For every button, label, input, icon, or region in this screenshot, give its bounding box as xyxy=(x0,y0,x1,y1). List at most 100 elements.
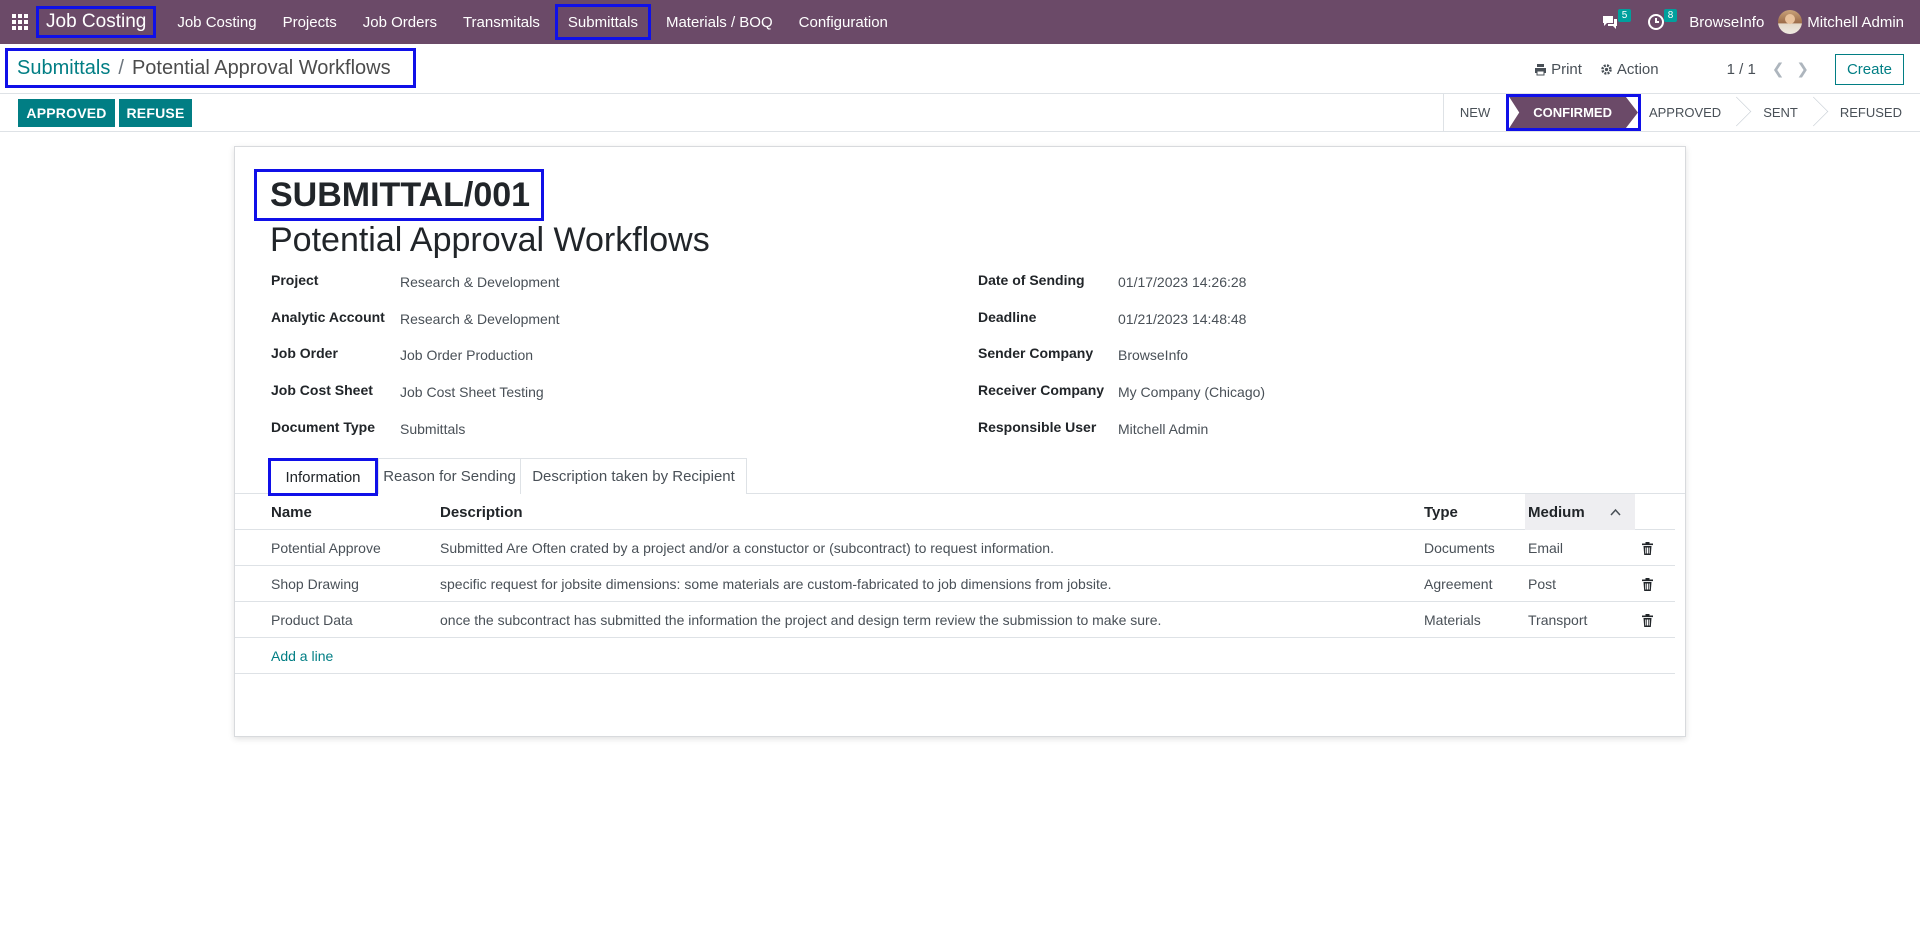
stage-refused[interactable]: REFUSED xyxy=(1820,94,1920,131)
field-label: Document Type xyxy=(271,419,375,435)
stage-new[interactable]: NEW xyxy=(1444,94,1504,131)
stage-sent[interactable]: SENT xyxy=(1743,94,1820,131)
app-brand[interactable]: Job Costing xyxy=(36,6,157,38)
record-reference: SUBMITTAL/001 xyxy=(254,169,544,221)
field-value[interactable]: Research & Development xyxy=(400,311,560,327)
form-status-bar: APPROVED REFUSE NEW CONFIRMED APPROVED S… xyxy=(0,94,1920,132)
field-label: Receiver Company xyxy=(978,382,1105,398)
menu-job-costing[interactable]: Job Costing xyxy=(164,0,269,44)
trash-icon[interactable] xyxy=(1642,566,1653,602)
row-medium[interactable]: Transport xyxy=(1528,602,1587,638)
menu-submittals[interactable]: Submittals xyxy=(554,4,651,40)
table-row[interactable]: Potential Approve Submitted Are Often cr… xyxy=(235,530,1675,566)
field-deadline: Deadline 01/21/2023 14:48:48 xyxy=(978,309,1246,327)
field-project: Project Research & Development xyxy=(271,272,560,290)
menu-materials-boq[interactable]: Materials / BOQ xyxy=(653,0,786,44)
field-value[interactable]: Job Order Production xyxy=(400,347,533,363)
field-value[interactable]: 01/21/2023 14:48:48 xyxy=(1118,311,1246,327)
notebook-tabs: Information Reason for Sending Descripti… xyxy=(235,458,1685,496)
field-sender-company: Sender Company BrowseInfo xyxy=(978,345,1188,363)
user-name: Mitchell Admin xyxy=(1807,13,1904,31)
stage-statusbar: NEW CONFIRMED APPROVED SENT REFUSED xyxy=(1442,94,1920,131)
row-description[interactable]: once the subcontract has submitted the i… xyxy=(440,602,1161,638)
row-type[interactable]: Materials xyxy=(1424,602,1481,638)
column-header-description[interactable]: Description xyxy=(440,494,523,530)
print-button[interactable]: Print xyxy=(1534,61,1582,78)
column-header-type[interactable]: Type xyxy=(1424,494,1458,530)
pager-value[interactable]: 1 / 1 xyxy=(1727,61,1756,78)
field-label: Analytic Account xyxy=(271,309,385,325)
tab-information[interactable]: Information xyxy=(268,458,378,496)
field-value[interactable]: Mitchell Admin xyxy=(1118,421,1208,437)
pager-next-icon[interactable]: ❯ xyxy=(1796,60,1809,78)
field-label: Job Cost Sheet xyxy=(271,382,373,398)
row-description[interactable]: specific request for jobsite dimensions:… xyxy=(440,566,1112,602)
messages-button[interactable]: 5 xyxy=(1587,0,1633,44)
table-header: Name Description Type Medium xyxy=(235,494,1675,530)
row-name[interactable]: Shop Drawing xyxy=(271,566,359,602)
menu-job-orders[interactable]: Job Orders xyxy=(350,0,450,44)
row-type[interactable]: Documents xyxy=(1424,530,1495,566)
tab-description-taken-by-recipient[interactable]: Description taken by Recipient xyxy=(520,458,747,494)
column-header-name[interactable]: Name xyxy=(271,494,312,530)
gear-icon xyxy=(1601,63,1612,75)
action-label: Action xyxy=(1616,60,1659,78)
breadcrumb-submittals-link[interactable]: Submittals xyxy=(17,57,110,80)
activities-button[interactable]: 8 xyxy=(1633,0,1679,44)
row-description[interactable]: Submitted Are Often crated by a project … xyxy=(440,530,1054,566)
tab-reason-for-sending[interactable]: Reason for Sending xyxy=(378,458,521,494)
chat-icon xyxy=(1603,16,1618,29)
field-value[interactable]: Job Cost Sheet Testing xyxy=(400,384,544,400)
activities-badge: 8 xyxy=(1663,9,1678,22)
avatar xyxy=(1778,10,1803,34)
field-value[interactable]: My Company (Chicago) xyxy=(1118,384,1265,400)
action-button[interactable]: Action xyxy=(1600,61,1659,78)
field-value[interactable]: Submittals xyxy=(400,421,465,437)
field-label: Sender Company xyxy=(978,345,1094,361)
table-row[interactable]: Shop Drawing specific request for jobsit… xyxy=(235,566,1675,602)
field-value[interactable]: BrowseInfo xyxy=(1118,347,1188,363)
control-panel: Submittals / Potential Approval Workflow… xyxy=(0,44,1920,94)
row-name[interactable]: Potential Approve xyxy=(271,530,381,566)
stage-approved[interactable]: APPROVED xyxy=(1643,94,1743,131)
column-header-medium[interactable]: Medium xyxy=(1525,494,1635,530)
field-label: Deadline xyxy=(978,309,1037,325)
row-medium[interactable]: Email xyxy=(1528,530,1563,566)
print-icon xyxy=(1535,63,1547,75)
sort-ascending-icon xyxy=(1610,508,1621,516)
row-name[interactable]: Product Data xyxy=(271,602,353,638)
company-switcher[interactable]: BrowseInfo xyxy=(1679,14,1778,31)
clock-icon xyxy=(1648,14,1665,30)
pager-previous-icon[interactable]: ❮ xyxy=(1772,60,1785,78)
field-value[interactable]: Research & Development xyxy=(400,274,560,290)
field-receiver-company: Receiver Company My Company (Chicago) xyxy=(978,382,1265,400)
menu-transmitals[interactable]: Transmitals xyxy=(450,0,553,44)
record-title[interactable]: Potential Approval Workflows xyxy=(270,221,710,260)
trash-icon[interactable] xyxy=(1642,602,1653,638)
user-menu[interactable]: Mitchell Admin xyxy=(1778,10,1920,34)
information-table: Name Description Type Medium Potential A… xyxy=(235,494,1675,674)
trash-icon[interactable] xyxy=(1642,530,1653,566)
field-value[interactable]: 01/17/2023 14:26:28 xyxy=(1118,274,1246,290)
row-medium[interactable]: Post xyxy=(1528,566,1556,602)
field-job-cost-sheet: Job Cost Sheet Job Cost Sheet Testing xyxy=(271,382,544,400)
approved-button[interactable]: APPROVED xyxy=(18,99,115,127)
menu-projects[interactable]: Projects xyxy=(270,0,350,44)
add-line-row: Add a line xyxy=(235,638,1675,674)
field-label: Job Order xyxy=(271,345,338,361)
add-a-line-link[interactable]: Add a line xyxy=(271,638,333,674)
refuse-button[interactable]: REFUSE xyxy=(119,99,192,127)
create-button[interactable]: Create xyxy=(1834,53,1904,85)
breadcrumb-current: Potential Approval Workflows xyxy=(131,56,391,79)
breadcrumb: Submittals / Potential Approval Workflow… xyxy=(5,48,416,88)
field-label: Responsible User xyxy=(978,419,1097,435)
field-analytic-account: Analytic Account Research & Development xyxy=(271,309,560,327)
apps-menu-icon[interactable] xyxy=(0,0,40,44)
field-label: Project xyxy=(271,272,319,288)
stage-confirmed[interactable]: CONFIRMED xyxy=(1509,97,1638,128)
row-type[interactable]: Agreement xyxy=(1424,566,1492,602)
field-job-order: Job Order Job Order Production xyxy=(271,345,533,363)
menu-configuration[interactable]: Configuration xyxy=(786,0,901,44)
table-row[interactable]: Product Data once the subcontract has su… xyxy=(235,602,1675,638)
breadcrumb-separator: / xyxy=(118,56,124,79)
